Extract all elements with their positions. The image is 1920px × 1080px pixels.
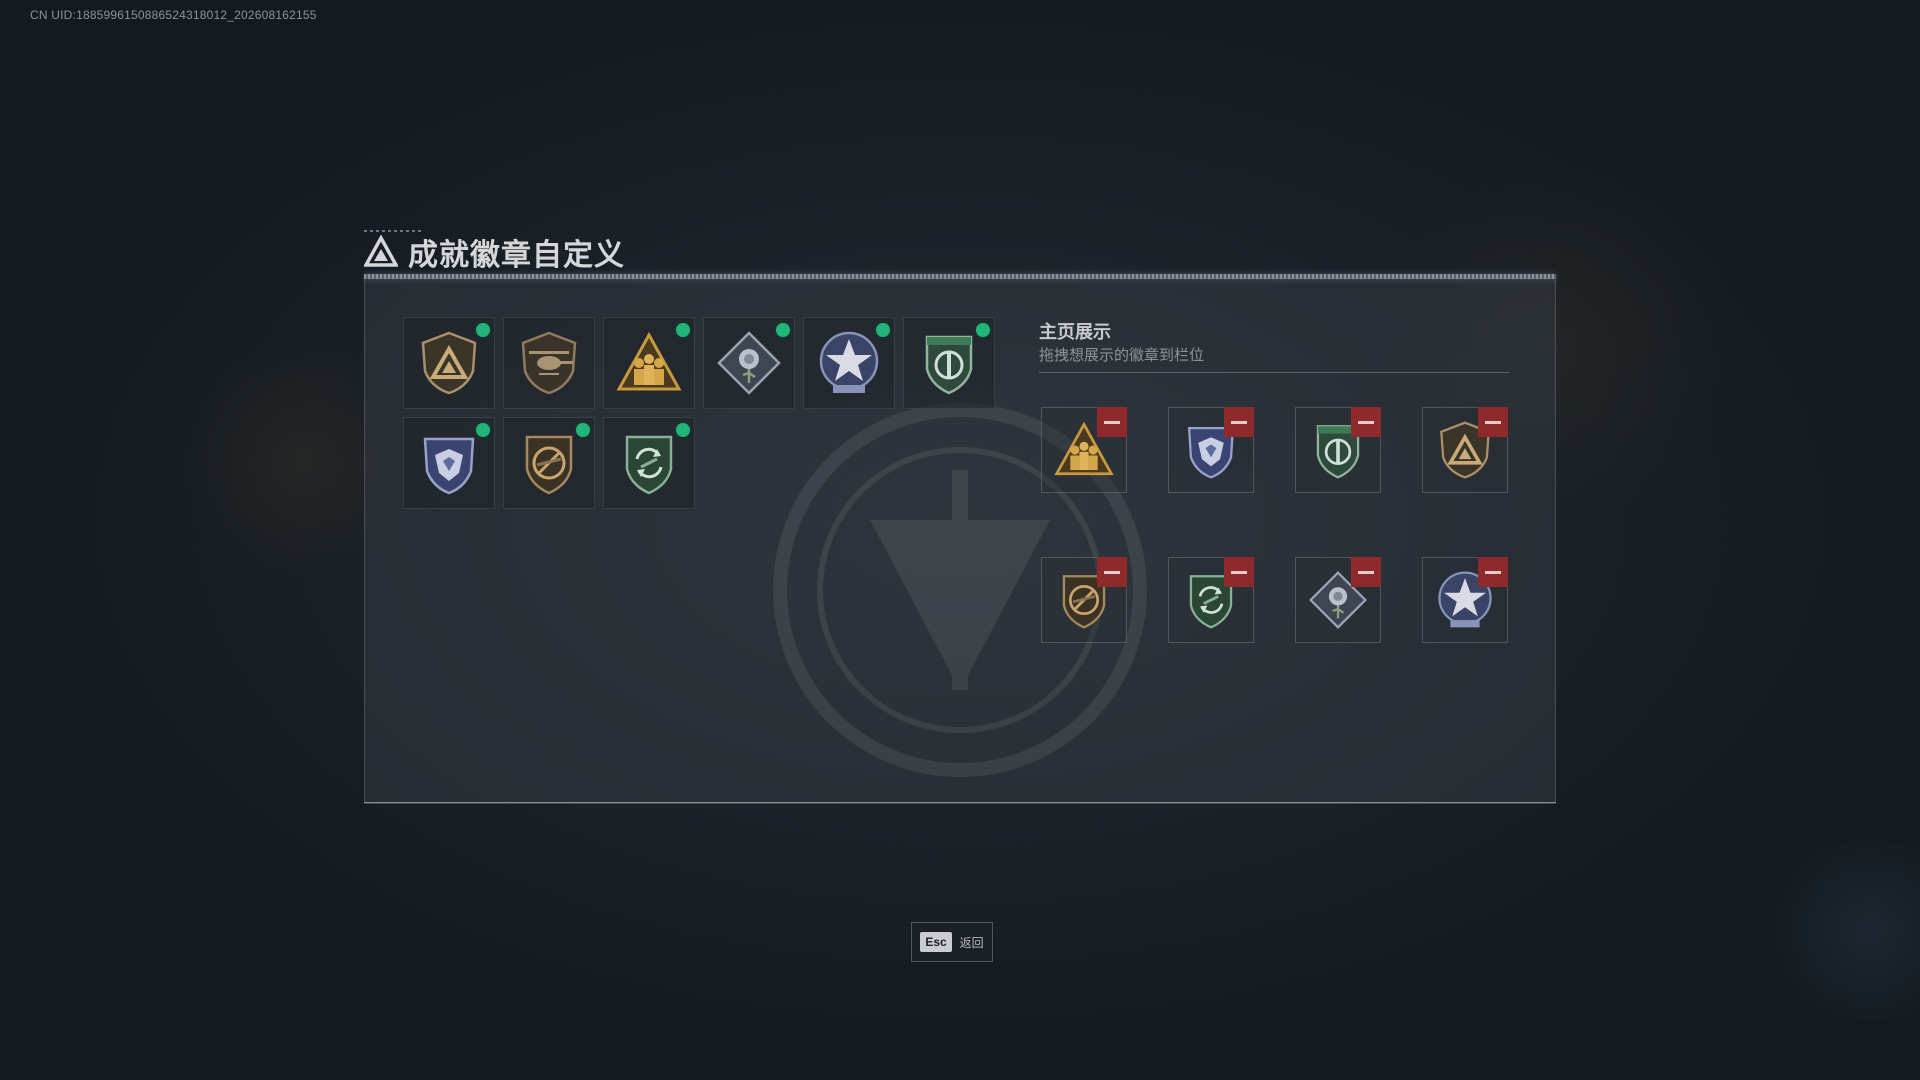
remove-badge-button[interactable] — [1097, 557, 1127, 587]
badge-slot[interactable] — [503, 417, 595, 509]
no-rifle-shield-badge-icon — [525, 435, 573, 495]
recycle-green-shield-badge-icon — [625, 435, 673, 495]
background-glow — [1760, 840, 1920, 1020]
remove-badge-button[interactable] — [1224, 407, 1254, 437]
triangle-logo-icon — [364, 235, 398, 267]
equipped-dot — [776, 323, 790, 337]
remove-badge-button[interactable] — [1351, 557, 1381, 587]
eagle-blue-shield-badge-icon — [423, 437, 475, 495]
helicopter-shield-badge-icon — [521, 331, 577, 395]
badge-slot[interactable] — [903, 317, 995, 409]
equipped-dot — [976, 323, 990, 337]
display-section-title: 主页展示 — [1039, 322, 1111, 342]
remove-badge-button[interactable] — [1478, 557, 1508, 587]
display-slot[interactable] — [1168, 557, 1254, 643]
uid-label: CN UID:1885996150886524318012_2026081621… — [30, 8, 317, 22]
esc-key-hint: Esc — [920, 932, 952, 952]
display-slot[interactable] — [1041, 407, 1127, 493]
remove-badge-button[interactable] — [1351, 407, 1381, 437]
page-header: 成就徽章自定义 — [364, 232, 625, 272]
equipped-dot — [876, 323, 890, 337]
badge-slot[interactable] — [803, 317, 895, 409]
panel-bottom-line — [364, 802, 1556, 803]
remove-badge-button[interactable] — [1224, 557, 1254, 587]
display-slot[interactable] — [1168, 407, 1254, 493]
display-slot[interactable] — [1295, 557, 1381, 643]
soldiers-triangle-badge-icon — [616, 331, 682, 391]
panel-top-bar — [364, 274, 1556, 279]
remove-badge-button[interactable] — [1478, 407, 1508, 437]
display-slot[interactable] — [1422, 557, 1508, 643]
display-slot[interactable] — [1041, 557, 1127, 643]
back-label: 返回 — [959, 935, 984, 950]
remove-badge-button[interactable] — [1097, 407, 1127, 437]
equipped-dot — [576, 423, 590, 437]
badge-slot[interactable] — [603, 417, 695, 509]
triangle-shield-badge-icon — [421, 331, 477, 395]
display-slot[interactable] — [1295, 407, 1381, 493]
badge-slot[interactable] — [403, 417, 495, 509]
equipped-dot — [476, 423, 490, 437]
display-section-subtitle: 拖拽想展示的徽章到栏位 — [1039, 347, 1205, 364]
equipped-dot — [676, 323, 690, 337]
page-title: 成就徽章自定义 — [408, 239, 625, 272]
equipped-dot — [676, 423, 690, 437]
badge-slot[interactable] — [603, 317, 695, 409]
back-button[interactable]: Esc 返回 — [911, 922, 993, 962]
badge-slot[interactable] — [703, 317, 795, 409]
badge-slot[interactable] — [403, 317, 495, 409]
rose-diamond-badge-icon — [717, 331, 781, 395]
display-divider — [1039, 372, 1509, 373]
display-slot[interactable] — [1422, 407, 1508, 493]
badge-slot[interactable] — [503, 317, 595, 409]
star-circle-badge-icon — [819, 331, 879, 393]
green-shield-badge-icon — [925, 335, 973, 395]
equipped-dot — [476, 323, 490, 337]
